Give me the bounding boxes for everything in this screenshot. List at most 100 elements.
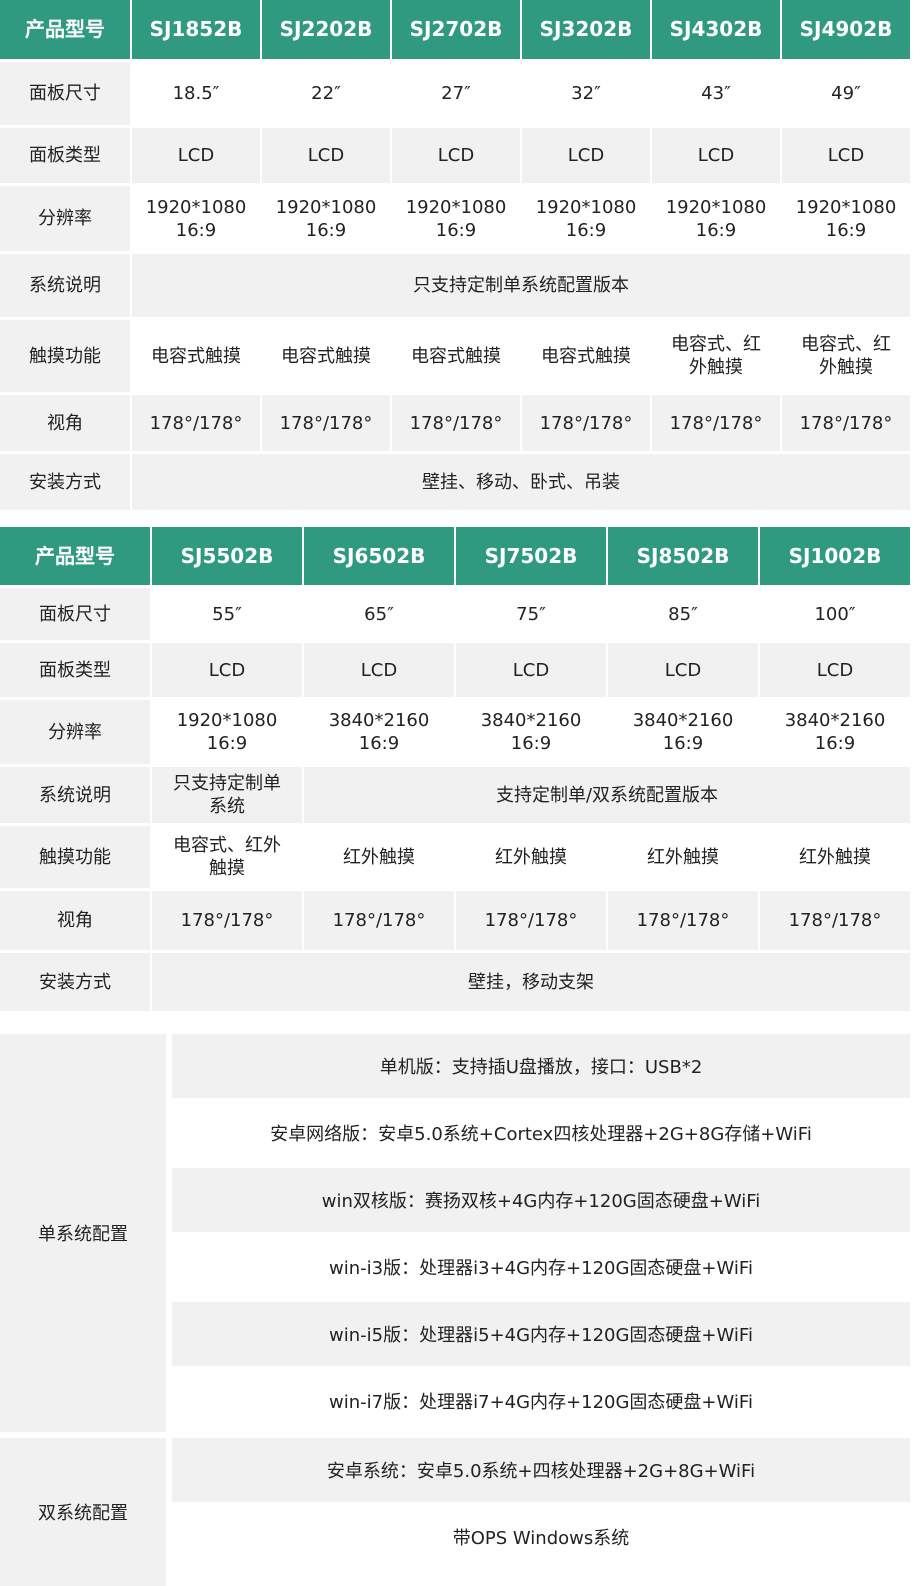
resolution-value: 1920*1080 16:9 (652, 186, 780, 251)
touch-value: 电容式触摸 (132, 320, 260, 392)
touch-row: 触摸功能 电容式触摸 电容式触摸 电容式触摸 电容式触摸 电容式、红 外触摸 电容… (0, 320, 910, 392)
panel-size-value: 85″ (608, 588, 758, 640)
system-value: 支持定制单/双系统配置版本 (304, 767, 910, 823)
panel-type-value: LCD (132, 128, 260, 183)
config-item: win-i7版：处理器i7+4G内存+120G固态硬盘+WiFi (172, 1369, 910, 1433)
view-angle-value: 178°/178° (304, 891, 454, 950)
panel-size-value: 75″ (456, 588, 606, 640)
panel-type-value: LCD (456, 643, 606, 697)
resolution-row: 分辨率 1920*1080 16:9 3840*2160 16:9 3840*216… (0, 700, 910, 764)
touch-value: 红外触摸 (760, 826, 910, 888)
row-label: 分辨率 (0, 700, 150, 764)
touch-value: 红外触摸 (456, 826, 606, 888)
header-label: 产品型号 (0, 0, 130, 59)
config-item: 单机版：支持插U盘播放，接口：USB*2 (172, 1034, 910, 1098)
spec-table-large-models: 产品型号 SJ5502B SJ6502B SJ7502B SJ8502B SJ1… (0, 524, 912, 1014)
header-label: 产品型号 (0, 527, 150, 585)
model-name: SJ8502B (608, 527, 758, 585)
panel-type-row: 面板类型 LCD LCD LCD LCD LCD (0, 643, 910, 697)
config-item: win双核版：赛扬双核+4G内存+120G固态硬盘+WiFi (172, 1168, 910, 1232)
row-label: 面板类型 (0, 128, 130, 183)
panel-size-value: 65″ (304, 588, 454, 640)
header-row: 产品型号 SJ1852B SJ2202B SJ2702B SJ3202B SJ4… (0, 0, 910, 59)
model-name: SJ2702B (392, 0, 520, 59)
view-angle-row: 视角 178°/178° 178°/178° 178°/178° 178°/17… (0, 395, 910, 451)
row-label: 触摸功能 (0, 320, 130, 392)
row-label: 视角 (0, 395, 130, 451)
model-name: SJ2202B (262, 0, 390, 59)
view-angle-value: 178°/178° (132, 395, 260, 451)
panel-type-value: LCD (262, 128, 390, 183)
view-angle-value: 178°/178° (608, 891, 758, 950)
resolution-value: 3840*2160 16:9 (456, 700, 606, 764)
config-item: 安卓网络版：安卓5.0系统+Cortex四核处理器+2G+8G存储+WiFi (172, 1101, 910, 1165)
install-row: 安装方式 壁挂，移动支架 (0, 953, 910, 1011)
install-row: 安装方式 壁挂、移动、卧式、吊装 (0, 454, 910, 510)
resolution-value: 3840*2160 16:9 (760, 700, 910, 764)
panel-type-value: LCD (652, 128, 780, 183)
touch-value: 电容式触摸 (392, 320, 520, 392)
model-name: SJ5502B (152, 527, 302, 585)
panel-type-value: LCD (392, 128, 520, 183)
panel-size-value: 55″ (152, 588, 302, 640)
view-angle-value: 178°/178° (652, 395, 780, 451)
model-name: SJ4302B (652, 0, 780, 59)
model-name: SJ6502B (304, 527, 454, 585)
panel-type-value: LCD (152, 643, 302, 697)
panel-type-row: 面板类型 LCD LCD LCD LCD LCD LCD (0, 128, 910, 183)
install-value: 壁挂，移动支架 (152, 953, 910, 1011)
view-angle-value: 178°/178° (522, 395, 650, 451)
dual-system-label: 双系统配置 (0, 1438, 166, 1586)
touch-value: 电容式、红外触摸 (782, 320, 910, 392)
touch-value: 红外触摸 (608, 826, 758, 888)
panel-type-value: LCD (782, 128, 910, 183)
panel-size-value: 49″ (782, 62, 910, 125)
panel-size-value: 22″ (262, 62, 390, 125)
resolution-value: 3840*2160 16:9 (608, 700, 758, 764)
panel-size-value: 100″ (760, 588, 910, 640)
panel-size-row: 面板尺寸 18.5″ 22″ 27″ 32″ 43″ 49″ (0, 62, 910, 125)
panel-size-value: 27″ (392, 62, 520, 125)
view-angle-value: 178°/178° (262, 395, 390, 451)
row-label: 安装方式 (0, 953, 150, 1011)
model-name: SJ4902B (782, 0, 910, 59)
view-angle-row: 视角 178°/178° 178°/178° 178°/178° 178°/17… (0, 891, 910, 950)
single-system-label: 单系统配置 (0, 1034, 166, 1432)
view-angle-value: 178°/178° (392, 395, 520, 451)
row-label: 系统说明 (0, 767, 150, 823)
panel-type-value: LCD (608, 643, 758, 697)
system-value: 只支持定制单系统配置版本 (132, 254, 910, 317)
view-angle-value: 178°/178° (782, 395, 910, 451)
model-name: SJ3202B (522, 0, 650, 59)
view-angle-value: 178°/178° (760, 891, 910, 950)
model-name: SJ7502B (456, 527, 606, 585)
system-row: 系统说明 只支持定制单系统配置版本 (0, 254, 910, 317)
panel-size-value: 43″ (652, 62, 780, 125)
config-item: 安卓系统：安卓5.0系统+四核处理器+2G+8G+WiFi (172, 1438, 910, 1502)
touch-value: 红外触摸 (304, 826, 454, 888)
spec-table-small-models: 产品型号 SJ1852B SJ2202B SJ2702B SJ3202B SJ4… (0, 0, 912, 513)
panel-type-value: LCD (522, 128, 650, 183)
row-label: 面板尺寸 (0, 62, 130, 125)
install-value: 壁挂、移动、卧式、吊装 (132, 454, 910, 510)
panel-type-value: LCD (760, 643, 910, 697)
row-label: 触摸功能 (0, 826, 150, 888)
touch-value: 电容式触摸 (522, 320, 650, 392)
model-name: SJ1002B (760, 527, 910, 585)
row-label: 视角 (0, 891, 150, 950)
view-angle-value: 178°/178° (456, 891, 606, 950)
configuration-section: 单系统配置 单机版：支持插U盘播放，接口：USB*2 安卓网络版：安卓5.0系统… (0, 1034, 910, 1586)
touch-value: 电容式触摸 (262, 320, 390, 392)
resolution-value: 1920*1080 16:9 (522, 186, 650, 251)
resolution-row: 分辨率 1920*1080 16:9 1920*1080 16:9 1920*108… (0, 186, 910, 251)
config-item: win-i3版：处理器i3+4G内存+120G固态硬盘+WiFi (172, 1235, 910, 1299)
row-label: 分辨率 (0, 186, 130, 251)
resolution-value: 1920*1080 16:9 (392, 186, 520, 251)
config-item: win-i5版：处理器i5+4G内存+120G固态硬盘+WiFi (172, 1302, 910, 1366)
system-value: 只支持定制单 系统 (152, 767, 302, 823)
touch-value: 电容式、红外触摸 (652, 320, 780, 392)
panel-size-value: 32″ (522, 62, 650, 125)
system-row: 系统说明 只支持定制单 系统 支持定制单/双系统配置版本 (0, 767, 910, 823)
config-item: 带OPS Windows系统 (172, 1505, 910, 1569)
resolution-value: 1920*1080 16:9 (262, 186, 390, 251)
